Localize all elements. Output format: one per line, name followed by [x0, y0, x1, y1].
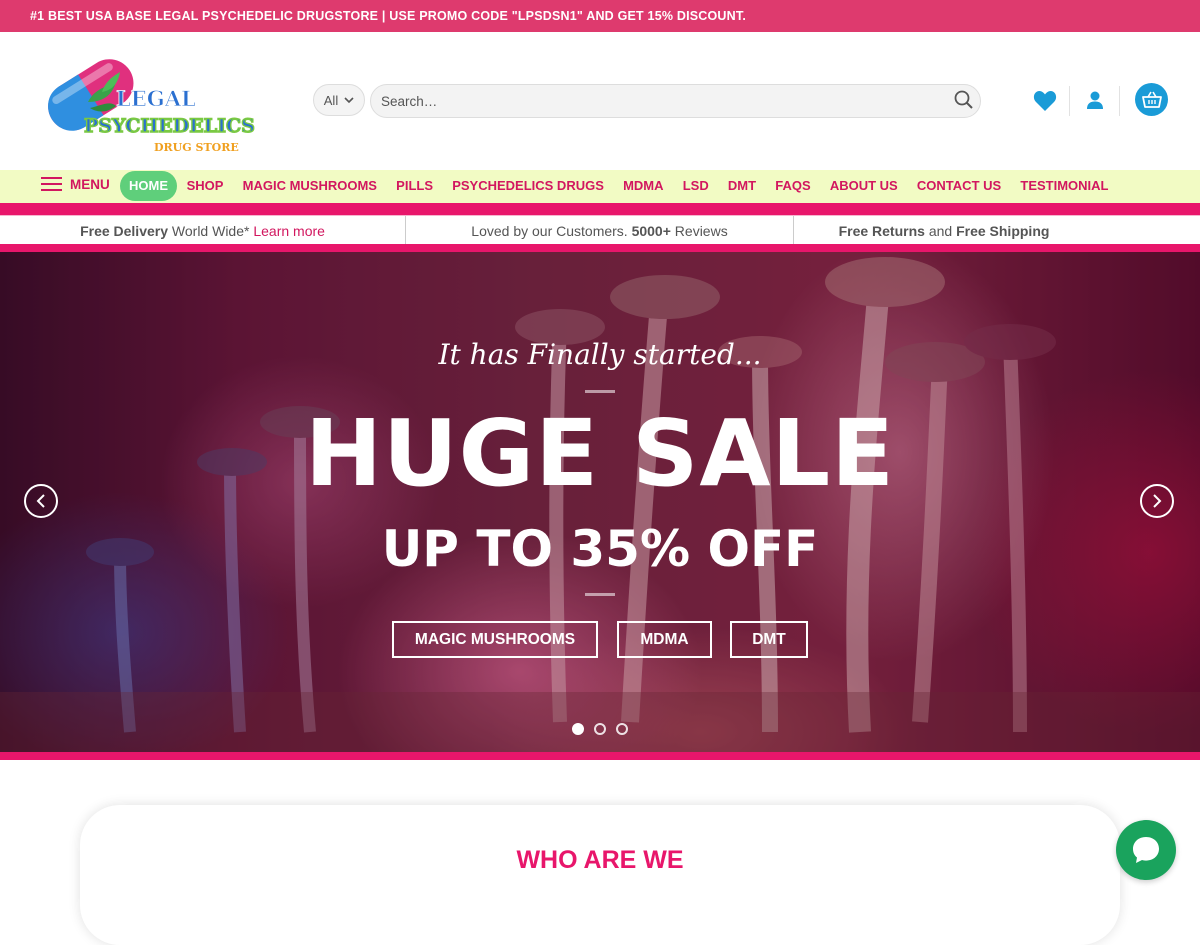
usp-shipping-bold: Free Shipping — [956, 223, 1050, 239]
next-slide-button[interactable] — [1140, 484, 1174, 518]
promo-bar: #1 BEST USA BASE LEGAL PSYCHEDELIC DRUGS… — [0, 0, 1200, 32]
site-logo[interactable]: LEGAL PSYCHEDELICS DRUG STORE — [40, 44, 270, 156]
hero-tagline: It has Finally started... — [438, 338, 762, 371]
about-title: WHO ARE WE — [516, 846, 684, 874]
about-section: WHO ARE WE — [80, 805, 1120, 945]
hamburger-icon — [41, 177, 62, 191]
slider-dot[interactable] — [616, 723, 628, 735]
site-header: LEGAL PSYCHEDELICS DRUG STORE All — [0, 32, 1200, 170]
hero-button-dmt[interactable]: DMT — [730, 621, 808, 658]
nav-item-pills[interactable]: PILLS — [387, 171, 443, 201]
basket-icon[interactable] — [1135, 83, 1168, 116]
learn-more-link[interactable]: Learn more — [253, 223, 325, 239]
usp-returns: Free Returns and Free Shipping — [794, 216, 1094, 244]
heart-icon[interactable] — [1033, 82, 1057, 123]
prev-slide-button[interactable] — [24, 484, 58, 518]
menu-toggle[interactable]: MENU — [41, 176, 110, 192]
hero-divider — [585, 390, 615, 393]
usp-delivery-text: World Wide* — [168, 223, 254, 239]
nav-item-contact-us[interactable]: CONTACT US — [907, 171, 1010, 201]
nav-item-lsd[interactable]: LSD — [673, 171, 718, 201]
chat-bubble-icon — [1133, 837, 1159, 863]
usp-reviews: Loved by our Customers. 5000+ Reviews — [406, 216, 793, 244]
category-selected: All — [323, 92, 339, 108]
search-input[interactable] — [370, 84, 981, 118]
header-divider — [1069, 86, 1070, 116]
search-icon[interactable] — [953, 89, 975, 111]
usp-reviews-suffix: Reviews — [670, 223, 728, 239]
main-nav: MENU HOME SHOP MAGIC MUSHROOMS PILLS PSYCHED… — [0, 170, 1200, 203]
nav-item-dmt[interactable]: DMT — [718, 171, 765, 201]
nav-item-magic-mushrooms[interactable]: MAGIC MUSHROOMS — [233, 171, 387, 201]
usp-returns-mid: and — [924, 223, 957, 239]
nav-item-mdma[interactable]: MDMA — [613, 171, 673, 201]
chevron-right-icon — [1153, 494, 1162, 508]
nav-item-psychedelics-drugs[interactable]: PSYCHEDELICS DRUGS — [443, 171, 614, 201]
usp-reviews-text: Loved by our Customers. — [471, 223, 632, 239]
usp-reviews-count: 5000+ — [631, 223, 671, 239]
hero-title: HUGE SALE — [304, 400, 896, 507]
chevron-left-icon — [36, 494, 45, 508]
nav-item-testimonial[interactable]: TESTIMONIAL — [1011, 171, 1118, 201]
nav-item-shop[interactable]: SHOP — [177, 171, 233, 201]
slider-dot[interactable] — [594, 723, 606, 735]
nav-item-faqs[interactable]: FAQS — [766, 171, 821, 201]
hero-button-magic-mushrooms[interactable]: MAGIC MUSHROOMS — [392, 621, 598, 658]
logo-line1: LEGAL — [116, 86, 196, 111]
hero-divider — [585, 593, 615, 596]
chevron-down-icon — [344, 96, 354, 103]
usp-bar: Free Delivery World Wide* Learn more Lov… — [0, 216, 1200, 244]
header-divider — [1119, 86, 1120, 116]
usp-delivery: Free Delivery World Wide* Learn more — [0, 216, 405, 244]
promo-text: #1 BEST USA BASE LEGAL PSYCHEDELIC DRUGS… — [30, 9, 747, 23]
chat-button[interactable] — [1116, 820, 1176, 880]
usp-delivery-bold: Free Delivery — [80, 223, 169, 239]
hero-subtitle: UP TO 35% OFF — [381, 520, 819, 578]
pink-divider — [0, 244, 1200, 252]
user-icon[interactable] — [1085, 82, 1105, 123]
nav-items: HOME SHOP MAGIC MUSHROOMS PILLS PSYCHEDELICS… — [120, 171, 1118, 201]
slider-dot[interactable] — [572, 723, 584, 735]
menu-label: MENU — [70, 176, 110, 192]
nav-item-about-us[interactable]: ABOUT US — [820, 171, 907, 201]
pink-divider — [0, 203, 1200, 215]
category-select[interactable]: All — [313, 84, 365, 116]
hero-button-mdma[interactable]: MDMA — [617, 621, 712, 658]
usp-returns-bold: Free Returns — [838, 223, 925, 239]
nav-item-home[interactable]: HOME — [120, 171, 177, 201]
pink-divider — [0, 752, 1200, 760]
slider-dots — [572, 723, 628, 735]
hero-slider: It has Finally started... HUGE SALE UP T… — [0, 252, 1200, 752]
logo-line3: DRUG STORE — [154, 141, 239, 154]
logo-line2: PSYCHEDELICS — [84, 115, 255, 137]
